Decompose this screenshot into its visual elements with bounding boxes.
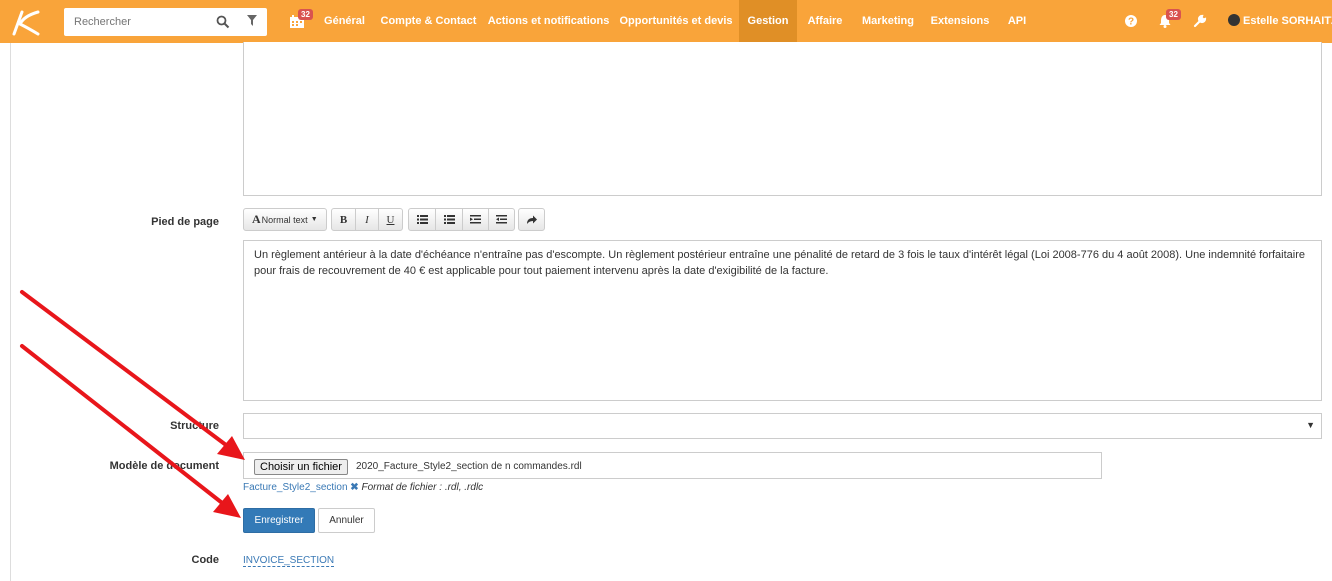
- share-button[interactable]: [519, 209, 544, 230]
- nav-extensions[interactable]: Extensions: [927, 0, 993, 43]
- link-group: [518, 208, 545, 231]
- caret-down-icon: ▼: [1306, 420, 1315, 430]
- calendar-badge: 32: [298, 9, 313, 20]
- current-file-link[interactable]: Facture_Style2_section: [243, 482, 348, 493]
- italic-button[interactable]: I: [356, 209, 379, 230]
- header-editor[interactable]: [243, 42, 1322, 196]
- arrow-head-file-field: [217, 436, 245, 460]
- svg-text:?: ?: [1128, 17, 1134, 28]
- indent-button[interactable]: [489, 209, 514, 230]
- unordered-list-button[interactable]: [409, 209, 436, 230]
- app-logo[interactable]: [8, 6, 42, 38]
- text-style-dropdown[interactable]: A Normal text ▼: [243, 208, 327, 231]
- ordered-list-button[interactable]: [436, 209, 463, 230]
- cancel-button[interactable]: Annuler: [318, 508, 375, 533]
- bold-button[interactable]: B: [332, 209, 356, 230]
- text-style-label: Normal text: [261, 214, 308, 225]
- share-icon: [527, 215, 537, 224]
- list-group: [408, 208, 515, 231]
- underline-button[interactable]: U: [379, 209, 402, 230]
- search-input[interactable]: [64, 8, 208, 36]
- code-value[interactable]: INVOICE_SECTION: [243, 555, 335, 567]
- current-file-info: Facture_Style2_section ✖ Format de fichi…: [243, 482, 483, 493]
- help-icon[interactable]: ?: [1124, 14, 1138, 28]
- wrench-icon[interactable]: [1193, 14, 1207, 28]
- indent-icon: [496, 215, 507, 224]
- selected-file-name: 2020_Facture_Style2_section de n command…: [356, 461, 582, 472]
- list-ul-icon: [416, 215, 428, 224]
- outdent-icon: [470, 215, 481, 224]
- notification-badge: 32: [1166, 9, 1181, 20]
- search-box: [64, 8, 267, 36]
- filter-icon[interactable]: [247, 15, 257, 26]
- format-hint: Format de fichier : .rdl, .rdlc: [361, 482, 484, 493]
- document-model-label: Modèle de document: [109, 460, 219, 472]
- footer-text[interactable]: Un règlement antérieur à la date d'échéa…: [254, 247, 1314, 279]
- outdent-button[interactable]: [463, 209, 489, 230]
- choose-file-button[interactable]: Choisir un fichier: [254, 459, 348, 475]
- nav-api[interactable]: API: [1003, 0, 1031, 43]
- nav-gestion[interactable]: Gestion: [739, 0, 797, 43]
- arrow-head-save-button: [213, 494, 241, 518]
- list-ol-icon: [443, 215, 455, 224]
- nav-affaire[interactable]: Affaire: [803, 0, 847, 43]
- user-name: Estelle SORHAITZ: [1243, 15, 1332, 27]
- avatar: [1228, 14, 1240, 26]
- footer-label: Pied de page: [151, 216, 219, 228]
- user-menu[interactable]: Estelle SORHAITZ: [1228, 0, 1332, 43]
- font-icon: A: [252, 212, 261, 226]
- document-file-field: Choisir un fichier 2020_Facture_Style2_s…: [243, 452, 1102, 479]
- chevron-down-icon: ▼: [310, 216, 318, 223]
- top-navbar: 32 Général Compte & Contact Actions et n…: [0, 0, 1332, 43]
- structure-label: Structure: [170, 420, 219, 432]
- left-divider: [10, 43, 11, 581]
- nav-compte-contact[interactable]: Compte & Contact: [378, 0, 479, 43]
- save-button[interactable]: Enregistrer: [243, 508, 315, 533]
- structure-select[interactable]: ▼: [243, 413, 1322, 439]
- format-group: B I U: [331, 208, 403, 231]
- code-label: Code: [191, 554, 220, 566]
- nav-actions-notifications[interactable]: Actions et notifications: [486, 0, 611, 43]
- nav-general[interactable]: Général: [317, 0, 372, 43]
- remove-file-icon[interactable]: ✖: [350, 482, 358, 493]
- nav-opportunites-devis[interactable]: Opportunités et devis: [617, 0, 735, 43]
- search-icon[interactable]: [216, 15, 230, 29]
- nav-marketing[interactable]: Marketing: [856, 0, 920, 43]
